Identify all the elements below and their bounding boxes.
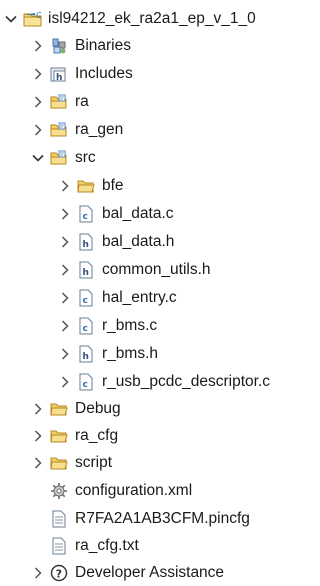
- h-file-icon: h: [77, 345, 95, 363]
- svg-text:h: h: [83, 268, 89, 278]
- tree-item-label: R7FA2A1AB3CFM.pincfg: [75, 510, 250, 527]
- c-file-icon: c: [77, 317, 95, 335]
- chevron-right-icon[interactable]: [58, 235, 72, 249]
- tree-item-label: ra: [75, 93, 89, 110]
- tree-item-label: src: [75, 149, 96, 166]
- tree-item-label: ra_gen: [75, 121, 124, 138]
- svg-text:c: c: [83, 324, 88, 334]
- tree-item-ra-cfg[interactable]: ra_cfg: [0, 423, 306, 449]
- c-file-icon: c: [77, 289, 95, 307]
- chevron-right-icon[interactable]: [31, 402, 45, 416]
- tree-item-src[interactable]: src: [0, 145, 306, 171]
- chevron-right-icon[interactable]: [58, 375, 72, 389]
- tree-item-bal-data-h[interactable]: h bal_data.h: [0, 229, 306, 255]
- tree-item-ra[interactable]: ra: [0, 89, 306, 115]
- tree-item-label: ra_cfg: [75, 427, 119, 444]
- chevron-right-icon[interactable]: [31, 566, 45, 580]
- tree-item-binaries[interactable]: Binaries: [0, 33, 306, 59]
- text-file-icon: [50, 537, 68, 555]
- chevron-down-icon[interactable]: [4, 12, 18, 26]
- svg-text:C: C: [36, 11, 42, 20]
- tree-item-label: r_bms.h: [102, 345, 158, 362]
- chevron-right-icon[interactable]: [58, 319, 72, 333]
- tree-item-label: bfe: [102, 177, 124, 194]
- tree-item-project[interactable]: C isl94212_ek_ra2a1_ep_v_1_0: [0, 6, 306, 32]
- chevron-right-icon[interactable]: [58, 263, 72, 277]
- source-folder-icon: [50, 121, 68, 139]
- svg-text:h: h: [83, 352, 89, 362]
- tree-item-label: r_usb_pcdc_descriptor.c: [102, 373, 271, 390]
- tree-item-label: configuration.xml: [75, 482, 193, 499]
- tree-item-script[interactable]: script: [0, 450, 306, 476]
- help-icon: ?: [50, 564, 68, 582]
- includes-icon: h: [50, 65, 68, 83]
- gear-file-icon: [50, 482, 68, 500]
- tree-item-developer-assistance[interactable]: ? Developer Assistance: [0, 560, 306, 586]
- tree-item-r-usb-pcdc-descriptor-c[interactable]: c r_usb_pcdc_descriptor.c: [0, 369, 306, 395]
- tree-item-label: ra_cfg.txt: [75, 537, 139, 554]
- svg-text:h: h: [83, 240, 89, 250]
- project-explorer-tree: C isl94212_ek_ra2a1_ep_v_1_0 Binaries h …: [0, 0, 306, 583]
- source-folder-icon: [50, 93, 68, 111]
- chevron-down-icon[interactable]: [31, 151, 45, 165]
- folder-icon: [77, 177, 95, 195]
- tree-item-label: Binaries: [75, 37, 131, 54]
- c-project-icon: C: [23, 10, 42, 28]
- chevron-right-icon[interactable]: [31, 95, 45, 109]
- source-folder-icon: [50, 149, 68, 167]
- tree-item-bal-data-c[interactable]: c bal_data.c: [0, 201, 306, 227]
- c-file-icon: c: [77, 205, 95, 223]
- tree-item-hal-entry-c[interactable]: c hal_entry.c: [0, 285, 306, 311]
- text-file-icon: [50, 510, 68, 528]
- svg-text:h: h: [56, 73, 62, 83]
- tree-item-label: Developer Assistance: [75, 564, 225, 581]
- tree-item-configuration-xml[interactable]: configuration.xml: [0, 478, 306, 504]
- h-file-icon: h: [77, 233, 95, 251]
- tree-item-pincfg[interactable]: R7FA2A1AB3CFM.pincfg: [0, 506, 306, 532]
- tree-item-ra-gen[interactable]: ra_gen: [0, 117, 306, 143]
- svg-text:c: c: [83, 380, 88, 390]
- tree-item-label: bal_data.c: [102, 205, 174, 222]
- folder-icon: [50, 427, 68, 445]
- c-file-icon: c: [77, 373, 95, 391]
- tree-item-label: common_utils.h: [102, 261, 211, 278]
- tree-item-r-bms-h[interactable]: h r_bms.h: [0, 341, 306, 367]
- chevron-right-icon[interactable]: [58, 291, 72, 305]
- tree-item-label: hal_entry.c: [102, 289, 177, 306]
- tree-item-r-bms-c[interactable]: c r_bms.c: [0, 313, 306, 339]
- chevron-right-icon[interactable]: [31, 39, 45, 53]
- tree-item-label: bal_data.h: [102, 233, 175, 250]
- chevron-right-icon[interactable]: [31, 67, 45, 81]
- tree-item-label: Includes: [75, 65, 133, 82]
- tree-item-ra-cfg-txt[interactable]: ra_cfg.txt: [0, 533, 306, 559]
- tree-item-common-utils-h[interactable]: h common_utils.h: [0, 257, 306, 283]
- chevron-right-icon[interactable]: [58, 179, 72, 193]
- tree-item-debug[interactable]: Debug: [0, 396, 306, 422]
- folder-icon: [50, 454, 68, 472]
- chevron-right-icon[interactable]: [58, 207, 72, 221]
- svg-text:c: c: [83, 296, 88, 306]
- binaries-icon: [50, 37, 68, 55]
- tree-item-label: isl94212_ek_ra2a1_ep_v_1_0: [48, 10, 256, 27]
- chevron-right-icon[interactable]: [58, 347, 72, 361]
- tree-item-includes[interactable]: h Includes: [0, 61, 306, 87]
- svg-text:?: ?: [56, 568, 62, 581]
- chevron-right-icon[interactable]: [31, 456, 45, 470]
- tree-item-bfe[interactable]: bfe: [0, 173, 306, 199]
- svg-text:c: c: [83, 212, 88, 222]
- chevron-right-icon[interactable]: [31, 123, 45, 137]
- tree-item-label: script: [75, 454, 113, 471]
- folder-icon: [50, 400, 68, 418]
- h-file-icon: h: [77, 261, 95, 279]
- chevron-right-icon[interactable]: [31, 429, 45, 443]
- tree-item-label: r_bms.c: [102, 317, 158, 334]
- tree-item-label: Debug: [75, 400, 121, 417]
